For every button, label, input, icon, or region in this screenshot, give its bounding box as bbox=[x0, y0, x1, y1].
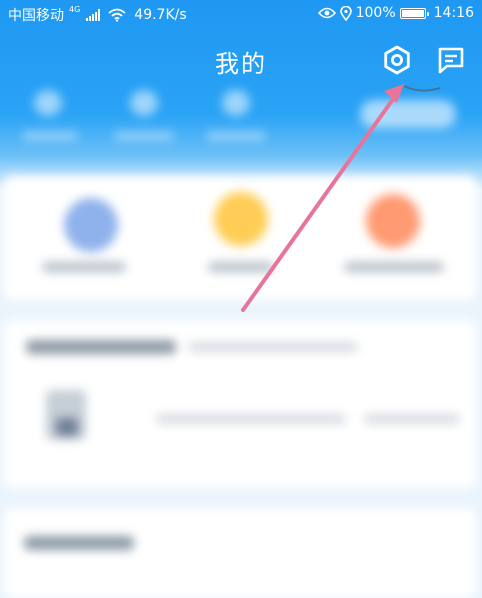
wifi-icon bbox=[108, 8, 126, 22]
gear-icon[interactable] bbox=[381, 44, 413, 76]
status-bar: 中国移动 4G 49.7K/s 100% 14:16 bbox=[0, 0, 482, 28]
network-type-label: 4G bbox=[69, 4, 81, 14]
carrier-label: 中国移动 bbox=[8, 8, 64, 24]
eye-icon bbox=[317, 7, 336, 19]
info-card-blurred bbox=[4, 320, 476, 488]
battery-icon bbox=[399, 7, 429, 19]
signal-icon bbox=[86, 9, 101, 21]
shortcut-card-blurred bbox=[4, 176, 476, 300]
network-speed: 49.7K/s bbox=[134, 7, 187, 23]
list-card-blurred bbox=[4, 508, 476, 598]
message-icon[interactable] bbox=[436, 44, 466, 76]
location-icon bbox=[339, 5, 352, 21]
clock: 14:16 bbox=[433, 5, 474, 21]
battery-percent: 100% bbox=[355, 5, 396, 21]
